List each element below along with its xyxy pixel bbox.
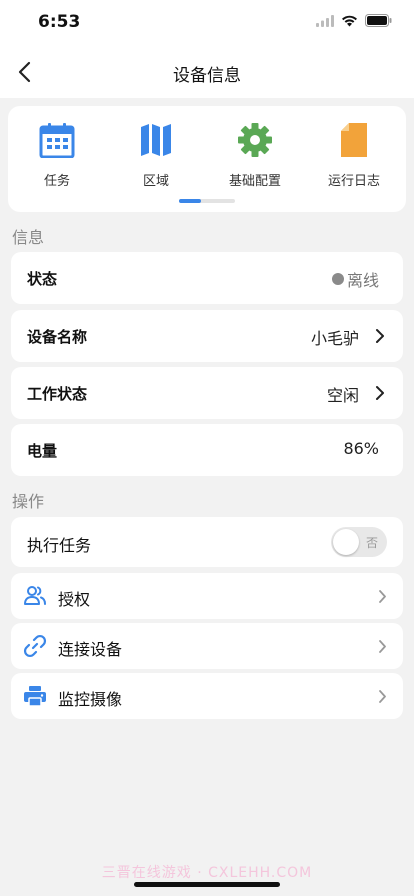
page-indicator xyxy=(179,199,235,203)
quick-action-label: 运行日志 xyxy=(327,174,380,189)
page-indicator-active xyxy=(179,199,201,203)
battery-value: 86% xyxy=(343,439,379,458)
status-label: 状态 xyxy=(27,270,58,288)
work-status-value: 空闲 xyxy=(326,386,359,405)
info-row-battery: 电量 86% xyxy=(11,424,403,476)
info-row-work-status[interactable]: 工作状态 空闲 xyxy=(11,367,403,419)
document-icon xyxy=(341,123,367,157)
map-icon xyxy=(141,124,171,156)
status-bar: 6:53 xyxy=(0,0,414,46)
quick-action-label: 任务 xyxy=(43,174,70,189)
printer-icon xyxy=(24,686,46,707)
op-row-execute-task: 执行任务 否 xyxy=(11,517,403,567)
quick-action-label: 基础配置 xyxy=(228,174,281,189)
battery-label: 电量 xyxy=(27,442,58,460)
status-time: 6:53 xyxy=(38,12,81,32)
quick-actions-card: 任务 区域 基础配置 运行日志 xyxy=(8,106,406,212)
device-name-label: 设备名称 xyxy=(27,328,88,346)
status-icons xyxy=(316,14,392,27)
gear-icon xyxy=(238,123,272,157)
chevron-right-icon xyxy=(379,690,386,703)
connect-device-label: 连接设备 xyxy=(58,640,123,659)
section-title-operations: 操作 xyxy=(12,492,45,511)
info-row-device-name[interactable]: 设备名称 小毛驴 xyxy=(11,310,403,362)
status-text: 离线 xyxy=(346,271,379,290)
op-row-camera[interactable]: 监控摄像 xyxy=(11,673,403,719)
users-icon xyxy=(24,586,46,605)
quick-action-task[interactable]: 任务 xyxy=(12,120,102,189)
chevron-right-icon xyxy=(379,640,386,653)
chevron-right-icon xyxy=(379,590,386,603)
info-row-status: 状态 离线 xyxy=(11,252,403,304)
quick-action-area[interactable]: 区域 xyxy=(111,120,201,189)
signal-icon xyxy=(316,14,334,27)
op-row-connect-device[interactable]: 连接设备 xyxy=(11,623,403,669)
camera-label: 监控摄像 xyxy=(58,690,123,709)
home-indicator xyxy=(134,882,280,887)
toggle-knob xyxy=(333,529,359,555)
page-title: 设备信息 xyxy=(173,66,241,86)
chevron-right-icon xyxy=(376,329,384,343)
execute-task-label: 执行任务 xyxy=(27,536,92,555)
navigation-bar: 设备信息 xyxy=(0,46,414,98)
quick-action-label: 区域 xyxy=(142,174,169,189)
battery-icon xyxy=(365,14,392,27)
quick-action-config[interactable]: 基础配置 xyxy=(210,120,300,189)
device-name-value: 小毛驴 xyxy=(310,329,359,348)
quick-action-log[interactable]: 运行日志 xyxy=(309,120,399,189)
section-title-info: 信息 xyxy=(12,228,45,247)
calendar-icon xyxy=(39,123,75,158)
execute-task-toggle[interactable]: 否 xyxy=(331,527,387,557)
op-row-authorize[interactable]: 授权 xyxy=(11,573,403,619)
status-value: 离线 xyxy=(331,267,379,291)
toggle-text: 否 xyxy=(365,536,378,550)
authorize-label: 授权 xyxy=(58,590,91,609)
offline-dot-icon xyxy=(331,273,344,285)
link-icon xyxy=(23,634,47,658)
work-status-label: 工作状态 xyxy=(27,385,88,403)
wifi-icon xyxy=(342,15,357,26)
watermark: 三晋在线游戏 · CXLEHH.COM xyxy=(101,865,313,881)
chevron-right-icon xyxy=(376,386,384,400)
